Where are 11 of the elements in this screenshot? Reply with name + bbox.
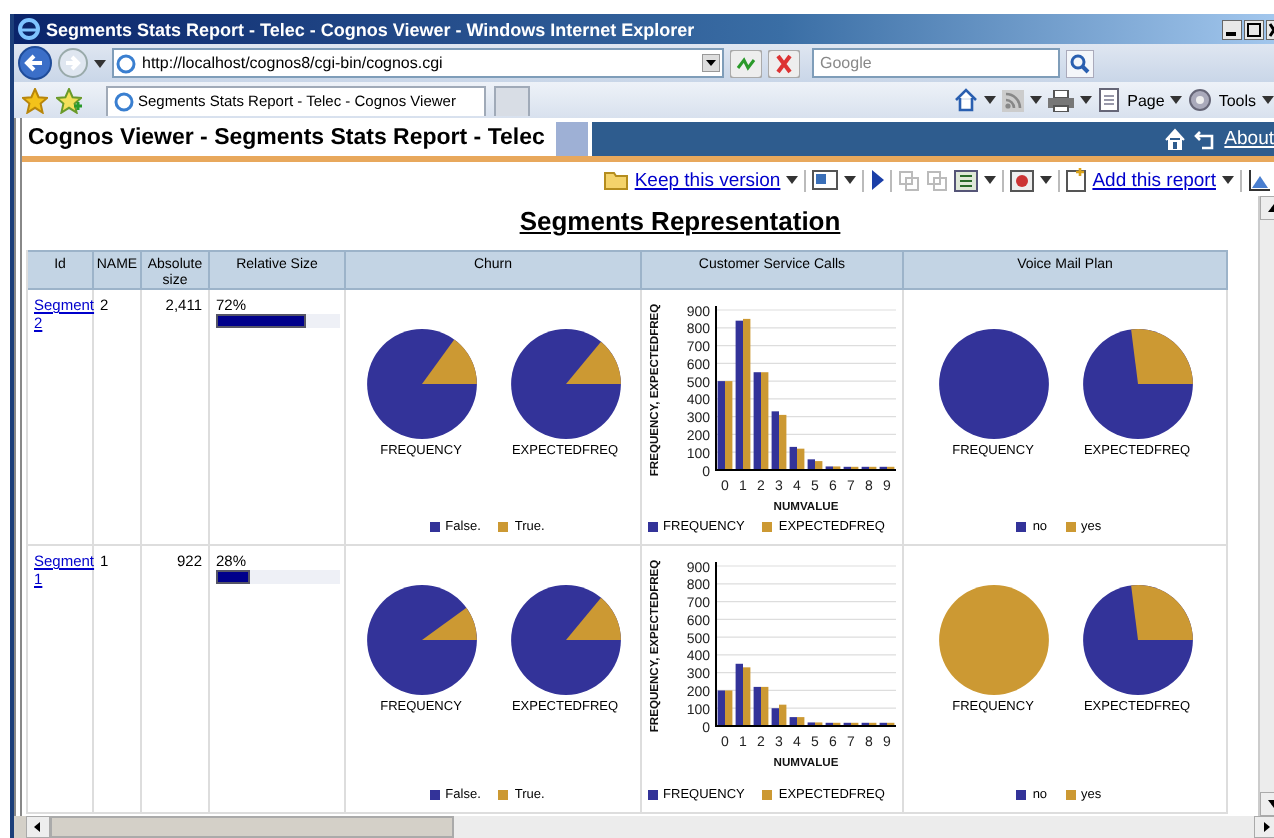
window-title: Segments Stats Report - Telec - Cognos Viewer - Windows Internet Explorer [46, 19, 697, 39]
address-field[interactable]: http://localhost/cognos8/cgi-bin/cognos.cgi [112, 48, 724, 78]
menu-button[interactable]: Page [1127, 91, 1165, 109]
keep-version-link[interactable]: Keep this version [634, 169, 781, 191]
menu-button[interactable]: Tools [1218, 91, 1256, 109]
report-title: Segments Representation [517, 206, 843, 236]
url-input[interactable]: http://localhost/cognos8/cgi-bin/cognos.cgi [142, 54, 696, 72]
viewer-title: Cognos Viewer - Segments Stats Report - Telec [26, 124, 547, 154]
search-field[interactable]: Google [812, 48, 1060, 78]
add-report-link[interactable]: Add this report [1092, 169, 1216, 191]
about-link[interactable]: About [1224, 128, 1274, 150]
